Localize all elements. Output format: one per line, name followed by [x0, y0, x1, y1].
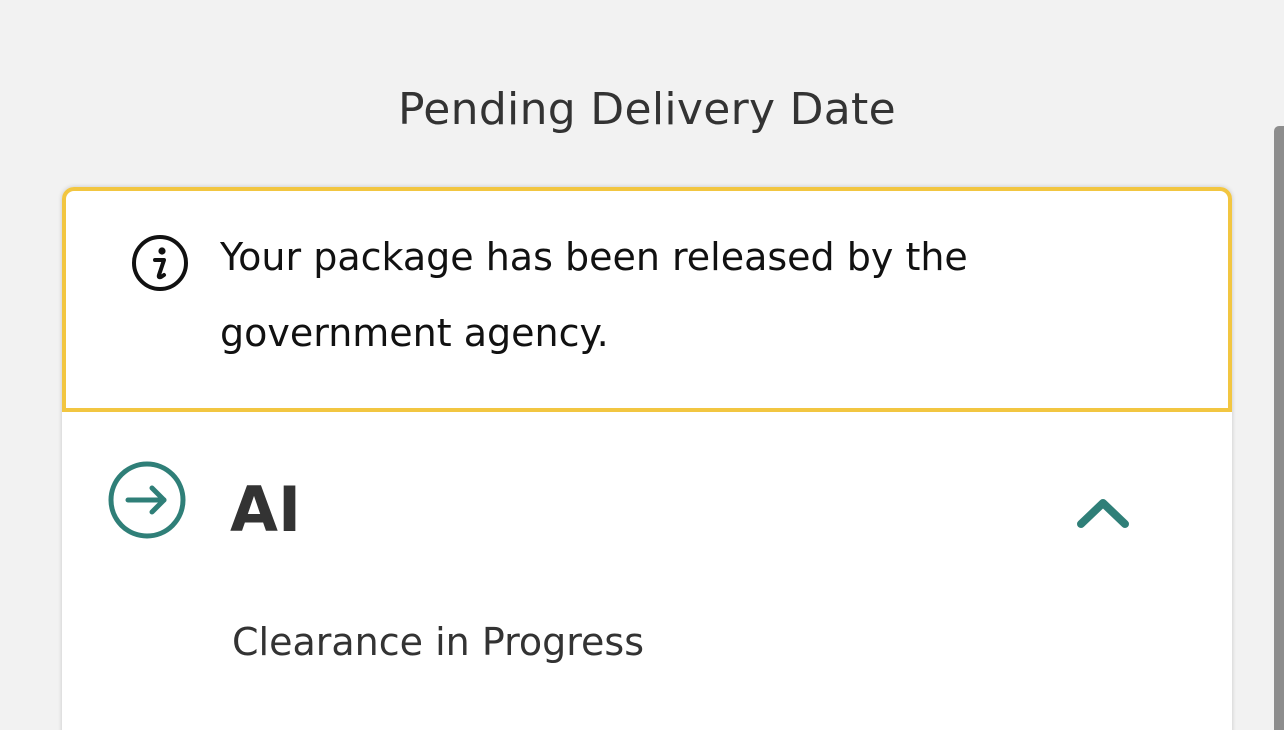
- section-code: AI: [230, 473, 302, 546]
- status-text: Clearance in Progress: [232, 620, 644, 664]
- chevron-up-icon[interactable]: [1075, 494, 1131, 534]
- info-alert: Your package has been released by the go…: [62, 187, 1232, 412]
- alert-message: Your package has been released by the go…: [220, 235, 968, 355]
- shipment-card: Your package has been released by the go…: [62, 187, 1232, 730]
- info-icon: [132, 235, 188, 291]
- arrow-right-circle-icon: [108, 461, 186, 539]
- scrollbar[interactable]: [1274, 126, 1284, 730]
- page-title: Pending Delivery Date: [398, 84, 896, 135]
- page: Pending Delivery Date Your package has b…: [0, 0, 1284, 730]
